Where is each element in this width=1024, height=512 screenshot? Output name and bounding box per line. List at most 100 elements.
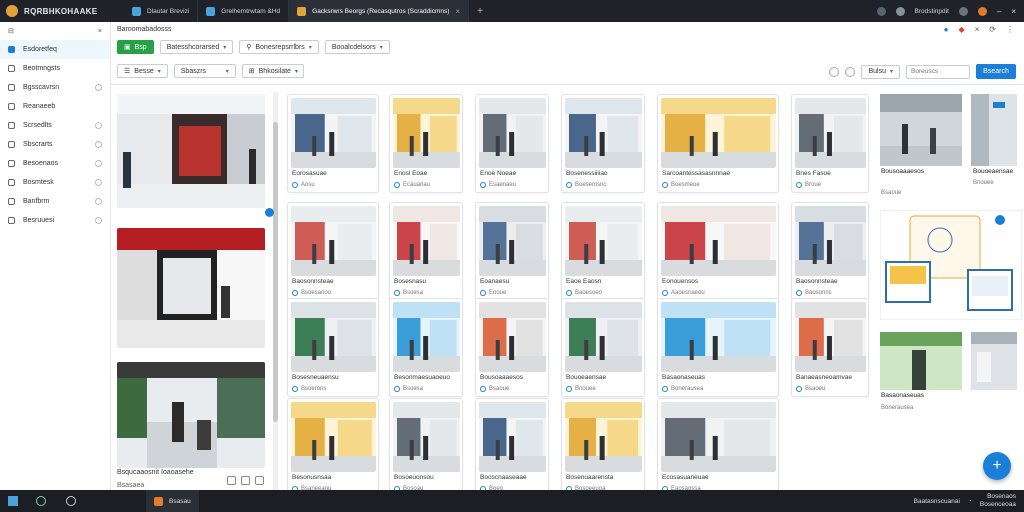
clock[interactable]: Bosenaos Bosenceoaa — [980, 493, 1016, 509]
sidebar-toggle-icon[interactable]: ⊟ — [8, 27, 14, 35]
sidebar-item-7[interactable]: Bosmtesk — [0, 173, 110, 192]
expand-icon[interactable] — [95, 217, 102, 224]
tab-2[interactable]: Grelhemtrwtam &Hd — [198, 0, 290, 22]
filter-dropdown-1[interactable]: Batesshcorarsed ▾ — [159, 40, 234, 54]
add-fab-button[interactable]: + — [983, 452, 1011, 480]
chevron-down-icon: ▾ — [379, 44, 383, 51]
card-meta-text: Broue — [805, 182, 822, 188]
expand-icon[interactable] — [95, 122, 102, 129]
tab-1[interactable]: Dlautar Brevizi — [124, 0, 199, 22]
tab-close-icon[interactable]: × — [455, 7, 460, 16]
sidebar-item-8[interactable]: Banfbrm — [0, 192, 110, 211]
scrollbar-thumb[interactable] — [273, 122, 278, 422]
view-dropdown-3[interactable]: ⊞ Bhkosilate ▾ — [241, 64, 304, 78]
view-dropdown-2[interactable]: Sbaszrs ▾ — [173, 64, 236, 78]
expand-icon[interactable] — [95, 141, 102, 148]
sidebar-item-9[interactable]: Besruuesi — [0, 211, 110, 230]
share-icon[interactable] — [255, 476, 264, 485]
side-image-3[interactable] — [880, 332, 962, 390]
extension-icon[interactable] — [876, 6, 886, 16]
minimize-icon[interactable]: – — [997, 7, 1001, 16]
grid-card[interactable]: Bosoeuonsou Bosoau — [389, 398, 463, 497]
illustration-card[interactable] — [880, 210, 1022, 320]
grid-card[interactable]: Enosl Eoae Ecauanau — [389, 94, 463, 193]
grid-card[interactable]: Bosenuaarensta Bosoeeuoa — [561, 398, 645, 497]
system-tray: Baatasnscuanai ◔ Bosenaos Bosenceoaa — [914, 493, 1024, 509]
grid-card[interactable]: Baosonnsteae Bsoesanoo — [287, 202, 379, 301]
check-badge-icon[interactable] — [265, 208, 274, 217]
avatar[interactable] — [977, 6, 987, 16]
task-view-icon[interactable] — [66, 496, 76, 506]
preview-image-1[interactable] — [117, 94, 265, 208]
filter-dropdown-3[interactable]: Booalcdelsors ▾ — [324, 40, 390, 54]
expand-icon[interactable] — [95, 84, 102, 91]
search-button[interactable]: Bsearch — [976, 64, 1016, 79]
search-input[interactable] — [906, 64, 970, 79]
preview-image-2[interactable] — [117, 228, 265, 348]
close-panel-icon[interactable]: × — [975, 25, 980, 34]
grid-card[interactable]: Besonmaesuaoeuo Bsoesa — [389, 298, 463, 397]
new-tab-icon[interactable]: + — [469, 6, 491, 17]
grid-card[interactable]: Eoanaesu Enoue — [475, 202, 549, 301]
close-window-icon[interactable]: × — [1011, 7, 1016, 16]
expand-icon[interactable] — [95, 179, 102, 186]
more-icon[interactable]: ⋮ — [1006, 25, 1014, 34]
grid-card[interactable]: Bousoaaaesos Bsaoue — [475, 298, 549, 397]
grid-card[interactable]: Sarcoantessasasnnnae Boesmeue — [657, 94, 779, 193]
tab-3[interactable]: Gacksrwrs Beorgs (Recasqutros (Scraddicm… — [289, 0, 470, 22]
alert-icon[interactable]: ◆ — [958, 25, 964, 34]
refresh-icon[interactable]: ⟳ — [989, 25, 996, 34]
start-icon[interactable] — [8, 496, 18, 506]
sort-dropdown[interactable]: Bulsu ▾ — [861, 64, 900, 79]
expand-icon[interactable] — [95, 160, 102, 167]
preview-scrollbar[interactable] — [273, 92, 278, 490]
grid-card[interactable]: Eonouensos Aaoesnaeou — [657, 202, 779, 301]
sidebar-item-6[interactable]: Besoenaos — [0, 154, 110, 173]
sidebar-item-5[interactable]: Sbscrarts — [0, 135, 110, 154]
clock-icon[interactable] — [845, 66, 856, 77]
filter-dropdown-2[interactable]: ⚲ Bonesrepsrrlbrs ▾ — [239, 40, 319, 54]
grid-card[interactable]: Bnes Fasoe Broue — [791, 94, 869, 193]
grid-card[interactable]: Enoe Noeae Esaenaeu — [475, 94, 549, 193]
sidebar-close-icon[interactable]: × — [98, 28, 102, 35]
grid-card[interactable]: Banaeasneoamvae Bsaoeu — [791, 298, 869, 397]
grid-card[interactable]: Booscnaaseaae Boeo — [475, 398, 549, 497]
grid-card[interactable]: Bosesneuaensu Bsoerons — [287, 298, 379, 397]
new-button[interactable]: ▣ Bsp — [117, 40, 154, 54]
edit-icon[interactable] — [227, 476, 236, 485]
download-icon[interactable] — [241, 476, 250, 485]
breadcrumb[interactable]: Baroomabadosss — [117, 26, 171, 33]
sidebar-item-4[interactable]: Scrsedlts — [0, 116, 110, 135]
filter-label: Batesshcorarsed — [166, 43, 220, 51]
side-image-1[interactable] — [880, 94, 962, 166]
search-icon[interactable] — [36, 496, 46, 506]
network-icon[interactable]: ◔ — [968, 498, 972, 505]
sidebar-item-0[interactable]: Esdoretfeq — [0, 40, 110, 59]
grid-card[interactable]: Basaonaseuas Bonerausea — [657, 298, 779, 397]
grid-card[interactable]: Baosonnsteae Baosonnc — [791, 202, 869, 301]
grid-card[interactable]: Bouoeaensae Bnouee — [561, 298, 645, 397]
side-image-4[interactable] — [971, 332, 1017, 390]
preview-image-3[interactable] — [117, 362, 265, 468]
settings-icon[interactable] — [958, 6, 968, 16]
profile-icon[interactable] — [895, 6, 905, 16]
grid-card[interactable]: Bosenessiiiiao Boesemsnc — [561, 94, 645, 193]
grid-card[interactable]: Besonusnsaa Bsaneeanu — [287, 398, 379, 497]
card-thumbnail — [565, 98, 642, 168]
card-caption: Ecosasuaneuae — [662, 474, 709, 481]
grid-card[interactable]: Eaoe Eaosn Baoesoeo — [561, 202, 645, 301]
info-icon[interactable]: ● — [944, 25, 949, 34]
side-image-2[interactable] — [971, 94, 1017, 166]
sidebar-item-1[interactable]: Beotmngsts — [0, 59, 110, 78]
sidebar-item-3[interactable]: Reanaeeb — [0, 97, 110, 116]
view-dropdown-1[interactable]: ☰ Besse ▾ — [117, 64, 168, 78]
sidebar-item-2[interactable]: Bgsscavrsn — [0, 78, 110, 97]
grid-card[interactable]: Eorosasuae Aosu — [287, 94, 379, 193]
taskbar-app[interactable]: Bsasau — [146, 490, 199, 512]
chevron-down-icon: ▾ — [308, 44, 312, 51]
card-caption: Eonouensos — [662, 278, 699, 285]
grid-card[interactable]: Bosesnasu Bsoesa — [389, 202, 463, 301]
expand-icon[interactable] — [95, 198, 102, 205]
toggle-icon[interactable] — [829, 66, 840, 77]
grid-card[interactable]: Ecosasuaneuae Eaosaossa — [657, 398, 779, 497]
